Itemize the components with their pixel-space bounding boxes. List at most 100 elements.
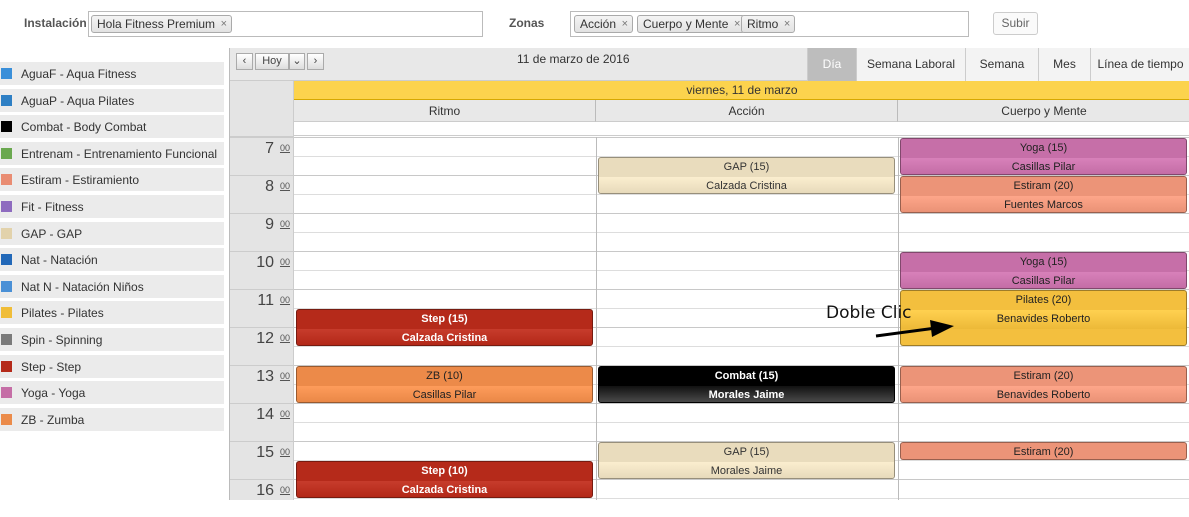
event-title: Estiram (20) — [1013, 370, 1074, 382]
legend-swatch — [1, 280, 12, 292]
current-date: 11 de marzo de 2016 — [517, 52, 630, 66]
calendar-event[interactable]: ZB (10) Casillas Pilar — [296, 366, 593, 403]
legend-label: AguaP - Aqua Pilates — [21, 93, 135, 108]
legend-label: GAP - GAP — [21, 226, 83, 241]
calendar-event[interactable]: GAP (15) Calzada Cristina — [598, 157, 895, 194]
event-title: GAP (15) — [723, 161, 770, 173]
legend-item: Fit - Fitness — [0, 194, 224, 218]
legend-item: Yoga - Yoga — [0, 381, 224, 405]
event-title: Step (15) — [421, 313, 468, 325]
header-corner — [230, 81, 294, 137]
event-title: Estiram (20) — [1013, 180, 1074, 192]
remove-tag-icon[interactable]: × — [622, 16, 628, 32]
zone-tag[interactable]: Acción × — [574, 15, 634, 33]
zone-tag-label: Ritmo — [747, 17, 779, 31]
legend-item: Nat - Natación — [0, 248, 224, 272]
minute-value: 00 — [279, 295, 290, 305]
legend-swatch — [1, 121, 12, 133]
filter-bar: Instalación Hola Fitness Premium × Zonas… — [0, 0, 1189, 46]
legend-item: GAP - GAP — [0, 221, 224, 245]
hour-label: 11 00 — [230, 289, 294, 327]
hour-label: 14 00 — [230, 403, 294, 441]
zones-field[interactable]: Acción × Cuerpo y Mente × Ritmo × — [570, 11, 969, 37]
hour-label: 12 00 — [230, 327, 294, 365]
minute-value: 00 — [279, 447, 290, 457]
legend-label: Nat N - Natación Niños — [21, 279, 144, 294]
tab-month[interactable]: Mes — [1038, 48, 1090, 81]
event-instructor: Casillas Pilar — [901, 158, 1186, 174]
column-divider — [596, 137, 597, 500]
legend-label: ZB - Zumba — [21, 412, 85, 427]
zone-tag[interactable]: Ritmo × — [741, 15, 796, 33]
event-title: GAP (15) — [723, 446, 770, 458]
calendar-event[interactable]: Step (15) Calzada Cristina — [296, 309, 593, 346]
calendar-event[interactable]: Estiram (20) — [900, 442, 1187, 460]
grid-line — [294, 232, 1189, 233]
calendar-event[interactable]: GAP (15) Morales Jaime — [598, 442, 895, 479]
installation-tag[interactable]: Hola Fitness Premium × — [91, 15, 233, 33]
event-title: ZB (10) — [426, 370, 463, 382]
legend-label: Pilates - Pilates — [21, 306, 104, 321]
minute-value: 00 — [279, 143, 290, 153]
date-dropdown-button[interactable]: ⌄ — [289, 53, 305, 70]
minute-value: 00 — [279, 181, 290, 191]
legend-swatch — [1, 413, 12, 425]
hour-value: 7 — [265, 140, 274, 157]
calendar-event[interactable]: Estiram (20) Fuentes Marcos — [900, 176, 1187, 213]
event-instructor: Casillas Pilar — [901, 272, 1186, 288]
time-scale: 7 00 8 00 9 00 10 00 11 00 12 00 13 00 14 00 15 00 16 00 — [230, 137, 294, 500]
zone-tag-label: Acción — [580, 17, 617, 31]
tab-work-week[interactable]: Semana Laboral — [856, 48, 965, 81]
calendar-event[interactable]: Yoga (15) Casillas Pilar — [900, 138, 1187, 175]
legend-swatch — [1, 94, 12, 106]
calendar-event[interactable]: Estiram (20) Benavides Roberto — [900, 366, 1187, 403]
legend-item: ZB - Zumba — [0, 407, 224, 431]
minute-value: 00 — [279, 371, 290, 381]
tab-day[interactable]: Día — [807, 48, 856, 81]
legend-item: AguaP - Aqua Pilates — [0, 88, 224, 112]
zone-tag[interactable]: Cuerpo y Mente × — [637, 15, 746, 33]
hour-value: 16 — [256, 482, 274, 499]
minute-value: 00 — [279, 333, 290, 343]
event-title: Pilates (20) — [1015, 294, 1072, 306]
legend-swatch — [1, 307, 12, 319]
hour-label: 16 00 — [230, 479, 294, 517]
all-day-row[interactable] — [294, 122, 1189, 136]
event-title: Yoga (15) — [1019, 142, 1068, 154]
next-button[interactable]: › — [307, 53, 324, 70]
legend-item: Step - Step — [0, 354, 224, 378]
arrow-icon — [875, 320, 954, 338]
hour-label: 13 00 — [230, 365, 294, 403]
tab-timeline[interactable]: Línea de tiempo — [1090, 48, 1189, 81]
day-header: viernes, 11 de marzo — [294, 81, 1189, 100]
legend-label: Nat - Natación — [21, 253, 98, 268]
legend-item: Combat - Body Combat — [0, 115, 224, 139]
submit-button[interactable]: Subir — [993, 12, 1038, 35]
calendar-event[interactable]: Yoga (15) Casillas Pilar — [900, 252, 1187, 289]
calendar-event[interactable]: Combat (15) Morales Jaime — [598, 366, 895, 403]
prev-button[interactable]: ‹ — [236, 53, 253, 70]
installation-label: Instalación — [24, 16, 87, 30]
tab-week[interactable]: Semana — [965, 48, 1038, 81]
today-button[interactable]: Hoy — [255, 53, 289, 70]
event-instructor: Fuentes Marcos — [901, 196, 1186, 212]
hour-value: 11 — [257, 292, 274, 309]
hour-value: 15 — [256, 444, 274, 461]
column-header-cuerpo-y-mente: Cuerpo y Mente — [898, 100, 1189, 122]
legend-item: Estiram - Estiramiento — [0, 168, 224, 192]
event-instructor: Calzada Cristina — [599, 177, 894, 193]
legend-label: Fit - Fitness — [21, 199, 84, 214]
legend-item: Nat N - Natación Niños — [0, 274, 224, 298]
event-instructor: Calzada Cristina — [297, 329, 592, 345]
hour-value: 13 — [256, 368, 274, 385]
remove-tag-icon[interactable]: × — [734, 16, 740, 32]
installation-field[interactable]: Hola Fitness Premium × — [88, 11, 483, 37]
day-grid[interactable]: GAP (15) Calzada Cristina Yoga (15) Casilla… — [294, 137, 1189, 500]
remove-tag-icon[interactable]: × — [784, 16, 790, 32]
event-instructor: Morales Jaime — [599, 386, 894, 402]
scheduler-toolbar: ‹ Hoy ⌄ › 11 de marzo de 2016 Día Semana… — [230, 48, 1189, 81]
event-title: Estiram (20) — [1013, 446, 1074, 458]
event-instructor: Benavides Roberto — [901, 386, 1186, 402]
remove-tag-icon[interactable]: × — [221, 16, 227, 32]
calendar-event[interactable]: Step (10) Calzada Cristina — [296, 461, 593, 498]
